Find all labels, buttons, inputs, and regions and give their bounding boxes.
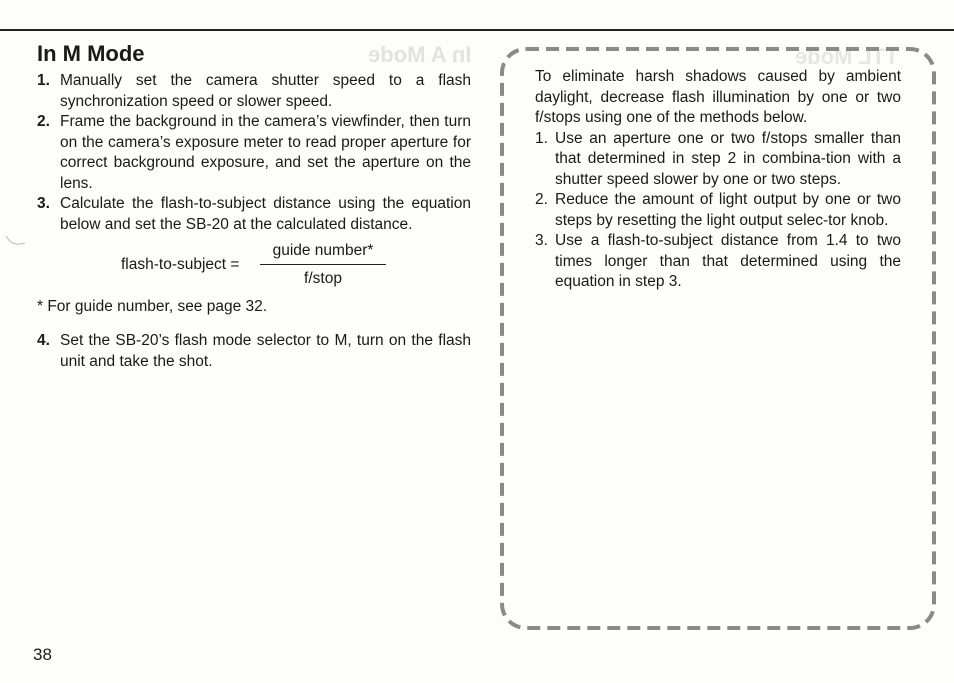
note-item-number: 3. xyxy=(535,232,548,249)
equation-lhs: flash-to-subject = xyxy=(121,256,240,273)
step-number: 4. xyxy=(37,332,50,349)
note-item: 3. Use a flash-to-subject distance from … xyxy=(535,231,901,293)
fraction-bar xyxy=(260,264,386,265)
equation-denominator: f/stop xyxy=(304,270,342,287)
step-1: 1. Manually set the camera shutter speed… xyxy=(37,71,471,112)
step-text: Frame the background in the camera’s vie… xyxy=(60,113,471,192)
step-3: 3. Calculate the flash-to-subject distan… xyxy=(37,194,471,235)
note-content: To eliminate harsh shadows caused by amb… xyxy=(535,67,901,293)
step-number: 1. xyxy=(37,72,50,89)
note-item: 1. Use an aperture one or two f/stops sm… xyxy=(535,129,901,191)
note-intro: To eliminate harsh shadows caused by amb… xyxy=(535,68,901,126)
note-item-text: Use an aperture one or two f/stops small… xyxy=(555,129,901,188)
step-text: Manually set the camera shutter speed to… xyxy=(60,72,471,110)
step-number: 2. xyxy=(37,113,50,130)
note-item: 2. Reduce the amount of light output by … xyxy=(535,190,901,231)
left-column: In M Mode 1. Manually set the camera shu… xyxy=(37,40,471,372)
step-number: 3. xyxy=(37,195,50,212)
note-item-number: 2. xyxy=(535,191,548,208)
page-number: 38 xyxy=(33,645,52,664)
note-list: 1. Use an aperture one or two f/stops sm… xyxy=(535,129,901,293)
step-text: Calculate the flash-to-subject distance … xyxy=(60,195,471,233)
equation-numerator: guide number* xyxy=(272,242,374,259)
note-box: To eliminate harsh shadows caused by amb… xyxy=(498,45,938,632)
margin-scribble xyxy=(5,235,26,245)
top-rule xyxy=(0,29,954,31)
note-item-number: 1. xyxy=(535,129,548,147)
step-2: 2. Frame the background in the camera’s … xyxy=(37,112,471,194)
step-text: Set the SB-20’s flash mode selector to M… xyxy=(60,332,471,370)
equation-fraction: guide number* f/stop xyxy=(260,241,386,289)
step-4: 4. Set the SB-20’s flash mode selector t… xyxy=(37,331,471,372)
equation: flash-to-subject = guide number* f/stop xyxy=(37,241,471,291)
footnote: * For guide number, see page 32. xyxy=(37,298,268,315)
note-item-text: Reduce the amount of light output by one… xyxy=(555,191,901,229)
section-title: In M Mode xyxy=(37,41,145,66)
note-item-text: Use a flash-to-subject distance from 1.4… xyxy=(555,232,901,290)
